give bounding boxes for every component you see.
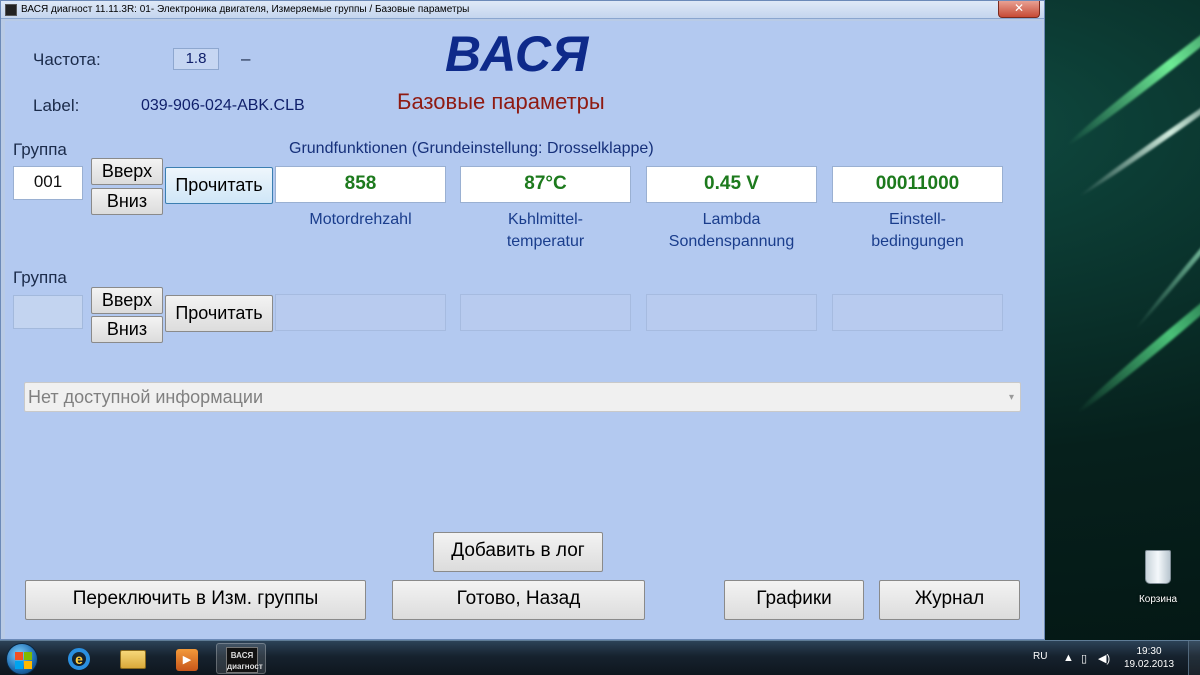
label-caption: Label: <box>33 96 80 115</box>
language-indicator[interactable]: RU <box>1033 651 1047 675</box>
vasya-app-label-2: диагност <box>227 662 263 671</box>
windows-logo-icon <box>24 661 32 669</box>
show-desktop-button[interactable] <box>1188 641 1200 675</box>
group2-field-3 <box>646 294 817 331</box>
group1-label: Группа <box>13 140 67 159</box>
frequency-dash: – <box>241 49 251 68</box>
internet-explorer-icon: e <box>68 648 90 670</box>
caption-line-2: Sondenspannung <box>668 233 795 250</box>
add-to-log-button[interactable]: Добавить в лог <box>433 532 603 572</box>
caption-line-1: Kьhlmittel- <box>507 211 583 228</box>
caption-line-2: temperatur <box>506 233 585 250</box>
group1-field-3-caption: Lambda Sondenspannung <box>646 209 817 253</box>
group1-description: Grundfunktionen (Grundeinstellung: Dross… <box>289 140 654 157</box>
windows-logo-icon <box>24 652 32 660</box>
group2-read-button[interactable]: Прочитать <box>165 295 273 332</box>
group1-down-button[interactable]: Вниз <box>91 188 163 215</box>
taskbar-vasya-app[interactable]: ВАСЯ диагност <box>216 643 266 674</box>
label-file-value: 039-906-024-ABK.CLB <box>141 97 305 114</box>
recycle-bin-label: Корзина <box>1138 594 1178 605</box>
group1-field-2-caption: Kьhlmittel- temperatur <box>460 209 631 253</box>
info-dropdown[interactable]: Нет доступной информации ▾ <box>24 382 1021 412</box>
system-clock[interactable]: 19:30 19.02.2013 <box>1124 645 1174 671</box>
group2-down-button[interactable]: Вниз <box>91 316 163 343</box>
taskbar-media-player[interactable]: ▶ <box>162 643 212 674</box>
group2-field-4 <box>832 294 1003 331</box>
windows-logo-icon <box>15 661 23 669</box>
group1-field-1: 858 <box>275 166 446 203</box>
close-button[interactable]: ✕ <box>998 1 1040 18</box>
media-player-icon: ▶ <box>176 649 198 671</box>
recycle-bin-icon <box>1145 550 1171 584</box>
vasya-app-label-1: ВАСЯ <box>230 651 254 660</box>
window-titlebar[interactable]: ВАСЯ диагност 11.11.3R: 01- Электроника … <box>1 1 1044 19</box>
group2-number-input[interactable] <box>13 295 83 329</box>
wallpaper-streak <box>1133 174 1200 331</box>
page-title: Базовые параметры <box>397 89 605 114</box>
brand-logo: ВАСЯ <box>445 26 590 82</box>
main-panel: Частота: 1.8 – Label: 039-906-024-ABK.CL… <box>5 21 1042 639</box>
chevron-down-icon[interactable]: ▾ <box>1009 384 1014 412</box>
volume-icon[interactable]: ◀) <box>1098 652 1110 665</box>
group1-field-3: 0.45 V <box>646 166 817 203</box>
window-title: ВАСЯ диагност 11.11.3R: 01- Электроника … <box>21 4 470 15</box>
graphs-button[interactable]: Графики <box>724 580 864 620</box>
app-window: ВАСЯ диагност 11.11.3R: 01- Электроника … <box>0 0 1045 640</box>
taskbar-explorer[interactable] <box>108 643 158 674</box>
caption-line-2: bedingungen <box>871 233 964 250</box>
folder-icon <box>120 650 146 669</box>
show-hidden-icons-arrow-icon[interactable]: ▲ <box>1063 652 1074 664</box>
group2-field-2 <box>460 294 631 331</box>
group1-field-4: 00011000 <box>832 166 1003 203</box>
group1-field-2: 87°C <box>460 166 631 203</box>
group1-field-1-caption: Motordrehzahl <box>275 209 446 231</box>
group2-label: Группа <box>13 268 67 287</box>
vasya-app-icon: ВАСЯ диагност <box>226 647 263 673</box>
info-dropdown-value: Нет доступной информации <box>28 387 264 407</box>
app-icon <box>5 4 17 16</box>
battery-icon[interactable]: ▯ <box>1081 652 1087 665</box>
group2-up-button[interactable]: Вверх <box>91 287 163 314</box>
group1-number-input[interactable]: 001 <box>13 166 83 200</box>
done-back-button[interactable]: Готово, Назад <box>392 580 645 620</box>
frequency-value: 1.8 <box>173 48 219 70</box>
group2-field-1 <box>275 294 446 331</box>
caption-line-1: Einstell- <box>889 211 946 228</box>
taskbar: e ▶ ВАСЯ диагност RU ▲ ▯ ◀) 19:30 19.02.… <box>0 640 1200 675</box>
clock-time: 19:30 <box>1136 646 1162 657</box>
start-button[interactable] <box>6 643 38 675</box>
taskbar-internet-explorer[interactable]: e <box>54 643 104 674</box>
switch-groups-button[interactable]: Переключить в Изм. группы <box>25 580 366 620</box>
journal-button[interactable]: Журнал <box>879 580 1020 620</box>
group1-up-button[interactable]: Вверх <box>91 158 163 185</box>
caption-line-1: Lambda <box>702 211 761 228</box>
caption-line-1: Motordrehzahl <box>309 211 412 228</box>
clock-date: 19.02.2013 <box>1124 659 1175 670</box>
group1-field-4-caption: Einstell- bedingungen <box>832 209 1003 253</box>
recycle-bin-desktop-icon[interactable]: Корзина <box>1128 550 1188 605</box>
windows-logo-icon <box>15 652 23 660</box>
frequency-label: Частота: <box>33 50 101 69</box>
group1-read-button[interactable]: Прочитать <box>165 167 273 204</box>
